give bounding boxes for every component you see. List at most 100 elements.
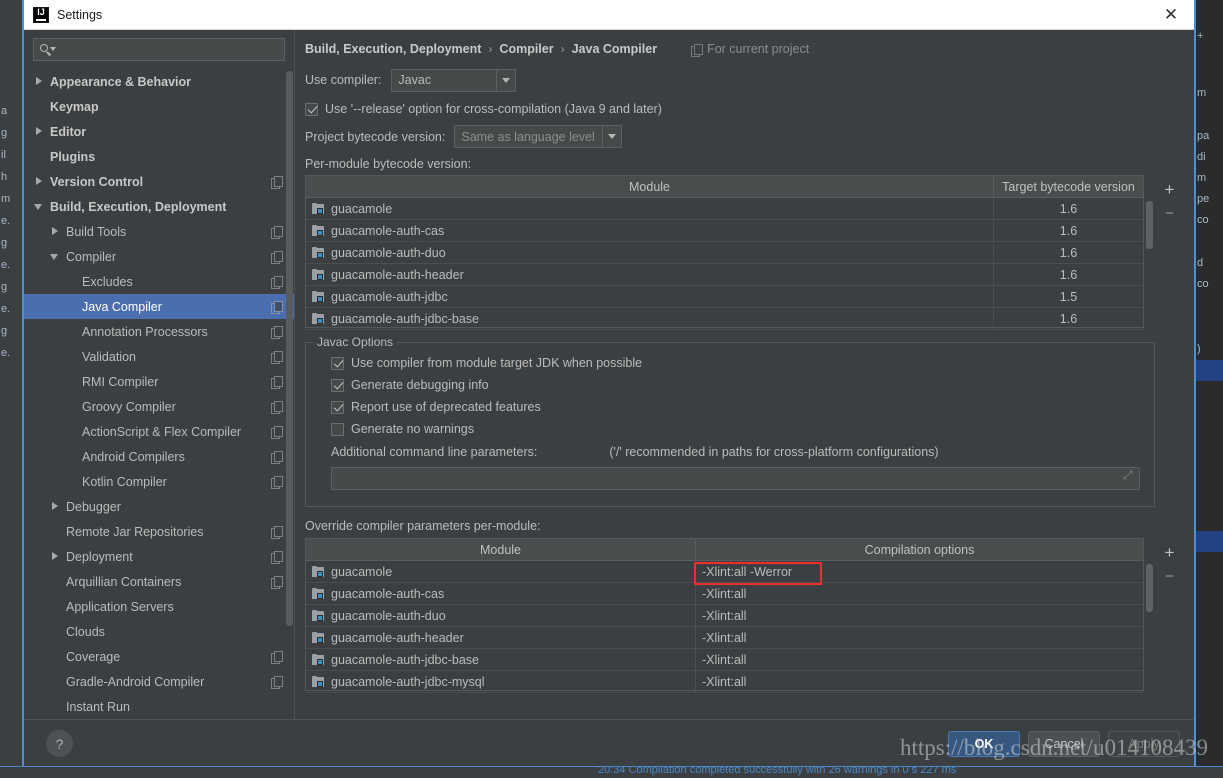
sidebar-item-rmi-compiler[interactable]: RMI Compiler (24, 369, 294, 394)
cell-target-bytecode[interactable]: 1.6 (993, 264, 1143, 285)
column-header-target[interactable]: Target bytecode version (993, 176, 1143, 197)
settings-tree[interactable]: Appearance & Behavior Keymap Editor Plugins… (24, 67, 294, 719)
chevron-down-icon[interactable] (34, 201, 45, 212)
chevron-right-icon[interactable] (50, 226, 61, 237)
ok-button[interactable]: OK (948, 730, 1020, 757)
cell-compilation-options[interactable]: -Xlint:all (695, 671, 1143, 692)
cell-module[interactable]: guacamole-auth-jdbc-mysql (306, 671, 695, 692)
expand-icon[interactable] (1123, 468, 1134, 484)
project-bytecode-select[interactable]: Same as language level (454, 125, 623, 148)
sidebar-item-version-control[interactable]: Version Control (24, 169, 294, 194)
sidebar-item-editor[interactable]: Editor (24, 119, 294, 144)
sidebar-item-plugins[interactable]: Plugins (24, 144, 294, 169)
sidebar-item-remote-jar-repositories[interactable]: Remote Jar Repositories (24, 519, 294, 544)
chevron-right-icon[interactable] (34, 76, 45, 87)
table-row[interactable]: guacamole-auth-duo 1.6 (306, 242, 1143, 264)
copy-icon[interactable] (271, 326, 283, 339)
javac-option-checkbox[interactable]: Generate no warnings (331, 418, 1140, 440)
sidebar-item-java-compiler[interactable]: Java Compiler (24, 294, 294, 319)
chevron-down-icon[interactable] (602, 126, 621, 147)
cell-compilation-options[interactable]: -Xlint:all (695, 583, 1143, 604)
cell-module[interactable]: guacamole-auth-cas (306, 220, 993, 241)
breadcrumb-item-1[interactable]: Compiler (499, 42, 553, 56)
sidebar-item-coverage[interactable]: Coverage (24, 644, 294, 669)
chevron-right-icon[interactable] (34, 176, 45, 187)
remove-bytecode-row-button[interactable]: − (1158, 202, 1182, 224)
cell-module[interactable]: guacamole-auth-cas (306, 583, 695, 604)
cell-target-bytecode[interactable]: 1.6 (993, 198, 1143, 219)
add-bytecode-row-button[interactable]: + (1158, 178, 1182, 200)
copy-icon[interactable] (271, 301, 283, 314)
javac-option-checkbox[interactable]: Generate debugging info (331, 374, 1140, 396)
sidebar-item-excludes[interactable]: Excludes (24, 269, 294, 294)
override-table-scrollbar-thumb[interactable] (1146, 564, 1153, 612)
copy-icon[interactable] (271, 376, 283, 389)
apply-button[interactable]: Apply (1108, 730, 1180, 757)
cell-module[interactable]: guacamole-auth-header (306, 264, 993, 285)
cell-module[interactable]: guacamole-auth-jdbc-base (306, 308, 993, 329)
additional-params-input[interactable] (331, 467, 1140, 490)
copy-icon[interactable] (271, 476, 283, 489)
sidebar-scrollbar-thumb[interactable] (286, 71, 293, 626)
copy-icon[interactable] (271, 401, 283, 414)
cancel-button[interactable]: Cancel (1028, 730, 1100, 757)
sidebar-item-build-tools[interactable]: Build Tools (24, 219, 294, 244)
override-table-scrollbar[interactable] (1144, 538, 1155, 691)
copy-icon[interactable] (271, 526, 283, 539)
chevron-right-icon[interactable] (50, 501, 61, 512)
override-table[interactable]: Module Compilation options guacamole -Xli… (305, 538, 1144, 693)
bytecode-table[interactable]: Module Target bytecode version guacamole… (305, 175, 1144, 330)
sidebar-item-clouds[interactable]: Clouds (24, 619, 294, 644)
cell-compilation-options[interactable]: -Xlint:all (695, 605, 1143, 626)
sidebar-item-application-servers[interactable]: Application Servers (24, 594, 294, 619)
sidebar-item-instant-run[interactable]: Instant Run (24, 694, 294, 719)
table-row[interactable]: guacamole-auth-jdbc 1.5 (306, 286, 1143, 308)
copy-icon[interactable] (271, 351, 283, 364)
copy-icon[interactable] (271, 226, 283, 239)
sidebar-item-compiler[interactable]: Compiler (24, 244, 294, 269)
column-header-module[interactable]: Module (306, 539, 695, 560)
javac-option-checkbox[interactable]: Use compiler from module target JDK when… (331, 352, 1140, 374)
search-input[interactable] (53, 41, 279, 58)
add-override-row-button[interactable]: + (1158, 541, 1182, 563)
table-row[interactable]: guacamole-auth-cas -Xlint:all (306, 583, 1143, 605)
sidebar-item-validation[interactable]: Validation (24, 344, 294, 369)
close-icon[interactable]: ✕ (1148, 0, 1194, 29)
cell-target-bytecode[interactable]: 1.5 (993, 286, 1143, 307)
sidebar-item-gradle-android-compiler[interactable]: Gradle-Android Compiler (24, 669, 294, 694)
sidebar-item-build-execution-deployment[interactable]: Build, Execution, Deployment (24, 194, 294, 219)
copy-icon[interactable] (271, 251, 283, 264)
copy-icon[interactable] (271, 426, 283, 439)
sidebar-item-groovy-compiler[interactable]: Groovy Compiler (24, 394, 294, 419)
cell-module[interactable]: guacamole (306, 561, 695, 582)
table-row[interactable]: guacamole-auth-cas 1.6 (306, 220, 1143, 242)
sidebar-item-annotation-processors[interactable]: Annotation Processors (24, 319, 294, 344)
javac-option-checkbox[interactable]: Report use of deprecated features (331, 396, 1140, 418)
sidebar-item-debugger[interactable]: Debugger (24, 494, 294, 519)
remove-override-row-button[interactable]: − (1158, 565, 1182, 587)
cell-target-bytecode[interactable]: 1.6 (993, 220, 1143, 241)
cell-module[interactable]: guacamole-auth-jdbc-base (306, 649, 695, 670)
copy-icon[interactable] (271, 676, 283, 689)
breadcrumb-item-0[interactable]: Build, Execution, Deployment (305, 42, 481, 56)
bytecode-table-scrollbar-thumb[interactable] (1146, 201, 1153, 249)
cell-compilation-options[interactable]: -Xlint:all -Werror (695, 561, 1143, 582)
sidebar-item-kotlin-compiler[interactable]: Kotlin Compiler (24, 469, 294, 494)
table-row[interactable]: guacamole-auth-jdbc-base -Xlint:all (306, 649, 1143, 671)
cell-target-bytecode[interactable]: 1.6 (993, 308, 1143, 329)
cell-compilation-options[interactable]: -Xlint:all (695, 649, 1143, 670)
cell-module[interactable]: guacamole-auth-duo (306, 242, 993, 263)
column-header-module[interactable]: Module (306, 176, 993, 197)
table-row[interactable]: guacamole-auth-jdbc-base 1.6 (306, 308, 1143, 330)
table-row[interactable]: guacamole-auth-header 1.6 (306, 264, 1143, 286)
sidebar-scrollbar[interactable] (286, 71, 293, 636)
table-row[interactable]: guacamole-auth-jdbc-mysql -Xlint:all (306, 671, 1143, 693)
chevron-right-icon[interactable] (50, 551, 61, 562)
copy-icon[interactable] (271, 651, 283, 664)
cell-module[interactable]: guacamole-auth-header (306, 627, 695, 648)
cell-module[interactable]: guacamole (306, 198, 993, 219)
chevron-down-icon[interactable] (50, 251, 61, 262)
search-box[interactable] (33, 38, 285, 61)
bytecode-table-scrollbar[interactable] (1144, 175, 1155, 328)
sidebar-item-deployment[interactable]: Deployment (24, 544, 294, 569)
